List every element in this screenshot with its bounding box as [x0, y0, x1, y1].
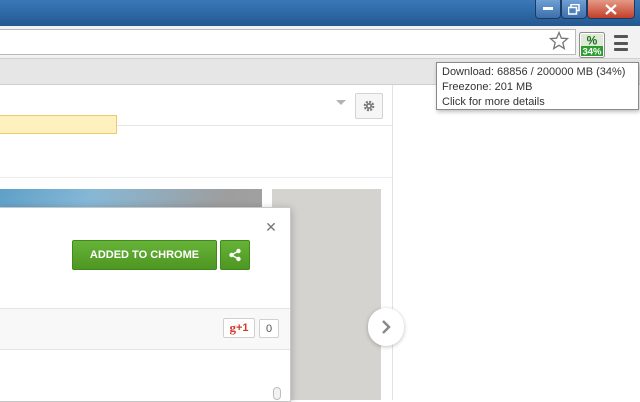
tooltip-freezone-line: Freezone: 201 MB: [442, 81, 533, 93]
chevron-right-icon: [382, 320, 391, 334]
minimize-button[interactable]: [535, 0, 561, 19]
google-plus-label: +1: [235, 322, 249, 334]
gear-icon: [363, 100, 375, 112]
google-plus-count: 0: [259, 319, 279, 338]
google-plus-button[interactable]: g +1: [223, 318, 255, 338]
menu-line: [614, 35, 628, 38]
next-button[interactable]: [368, 308, 404, 346]
restore-icon: [568, 3, 580, 15]
close-icon: [605, 3, 617, 15]
extension-detail-dialog: [0, 207, 291, 402]
badge-top-text: %: [587, 34, 598, 48]
divider: [0, 177, 392, 178]
chevron-down-icon[interactable]: [336, 100, 346, 105]
share-icon: [229, 248, 241, 262]
close-window-button[interactable]: [587, 0, 635, 19]
added-to-chrome-button[interactable]: ADDED TO CHROME: [72, 240, 217, 270]
menu-line: [614, 48, 628, 51]
minimize-icon: [543, 7, 553, 10]
menu-icon[interactable]: [614, 35, 628, 51]
settings-button[interactable]: [355, 93, 383, 119]
close-icon[interactable]: ✕: [264, 220, 278, 234]
menu-line: [614, 41, 628, 45]
star-icon: [549, 31, 569, 51]
tooltip-details-line: Click for more details: [442, 96, 545, 108]
share-button[interactable]: [220, 240, 250, 270]
bookmark-star-button[interactable]: [548, 30, 570, 52]
extension-button[interactable]: % 34%: [579, 32, 605, 58]
badge-percent-text: 34%: [582, 47, 602, 58]
address-bar[interactable]: [0, 29, 576, 55]
tooltip-download-line: Download: 68856 / 200000 MB (34%): [442, 66, 626, 78]
notice-bar: [0, 115, 117, 134]
right-panel: [392, 85, 640, 400]
maximize-button[interactable]: [561, 0, 587, 19]
extension-tooltip: Download: 68856 / 200000 MB (34%) Freezo…: [436, 62, 639, 110]
scrollbar[interactable]: [273, 387, 281, 400]
percent-badge-icon: % 34%: [579, 32, 605, 58]
